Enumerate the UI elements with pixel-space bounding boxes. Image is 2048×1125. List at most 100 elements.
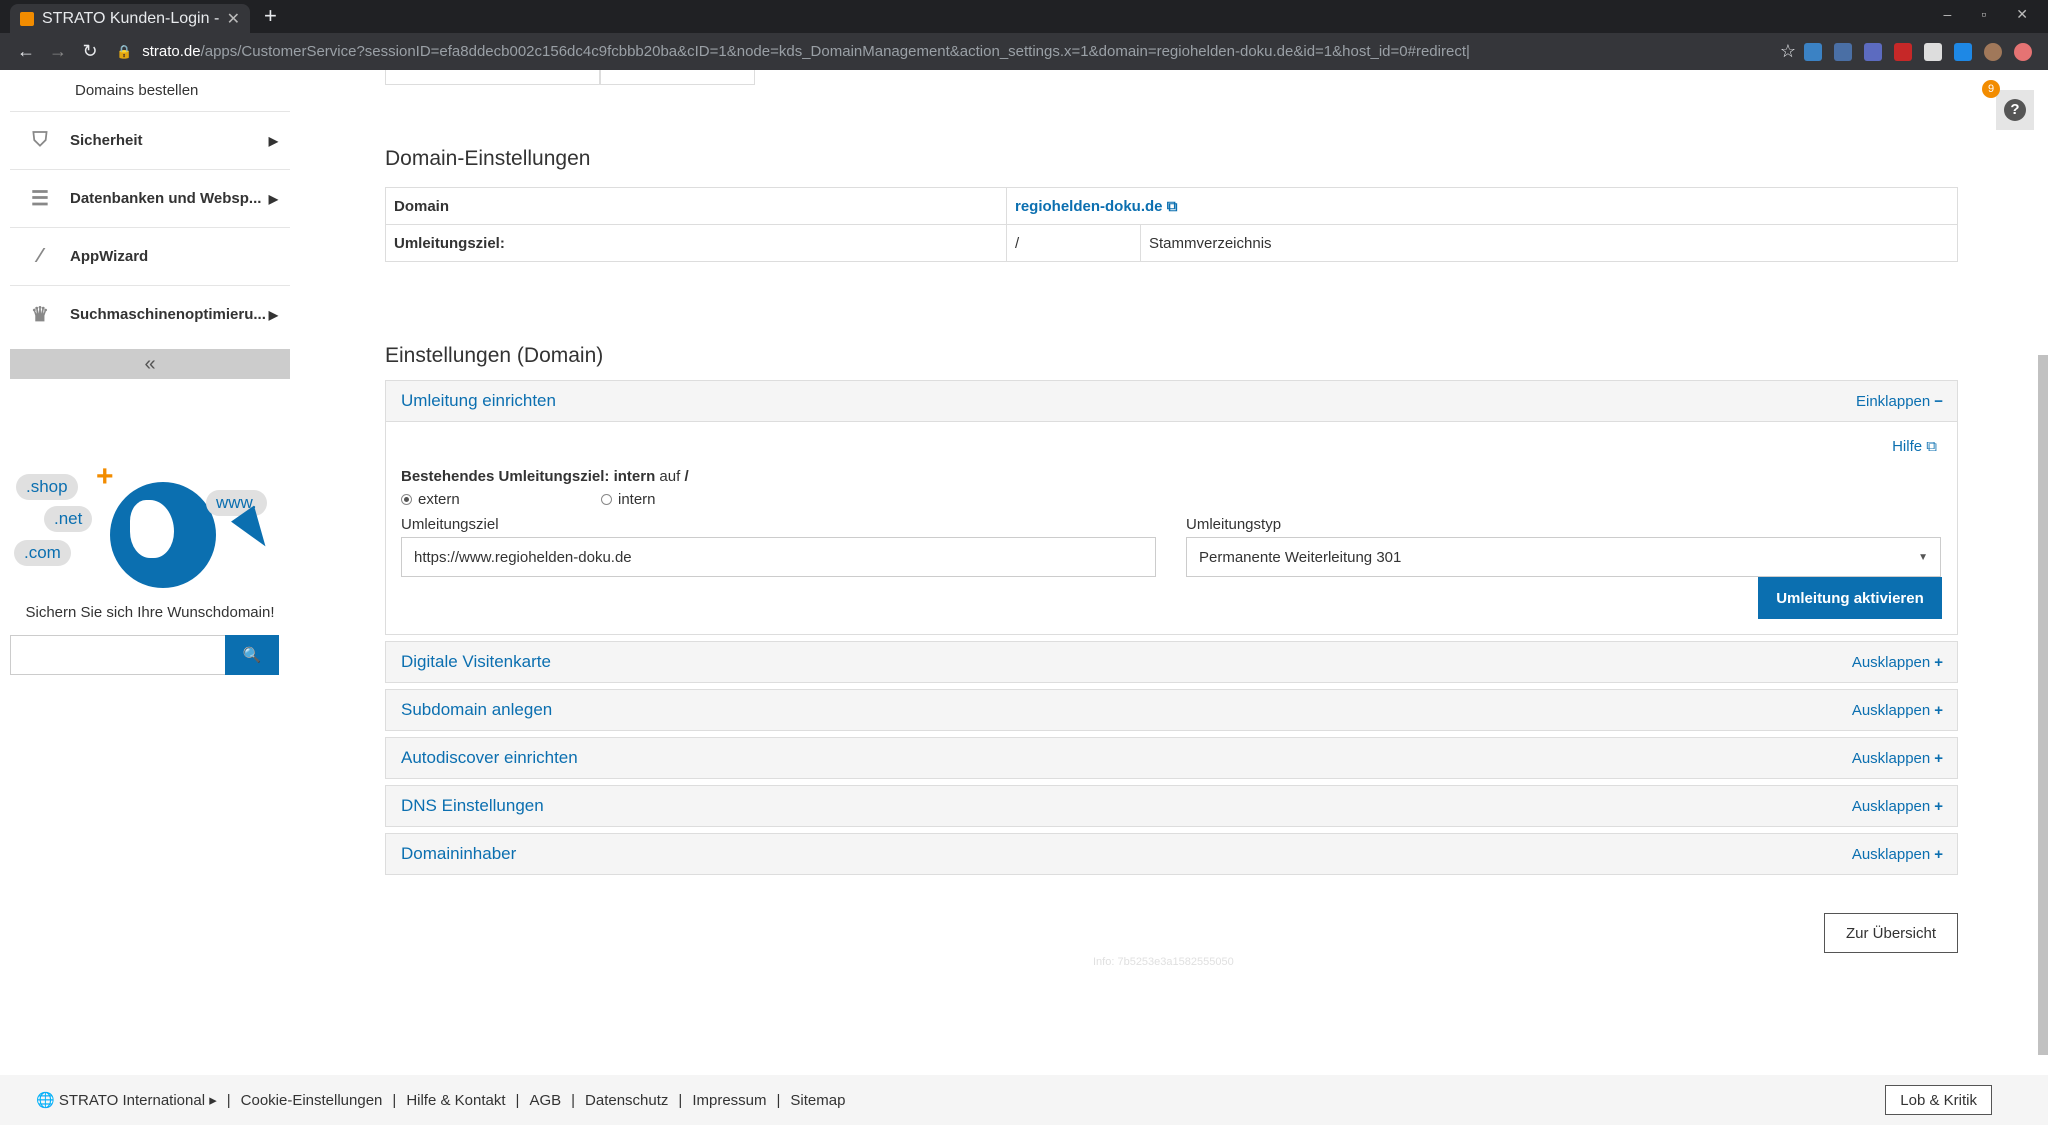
promo-illustration: .shop .net .com + www. bbox=[10, 460, 290, 590]
extension-icon[interactable] bbox=[1834, 42, 1852, 61]
sidebar-item-datenbanken[interactable]: ☰ Datenbanken und Websp... ▶ bbox=[10, 169, 290, 227]
shield-icon: ⛉ bbox=[32, 129, 48, 151]
feedback-button[interactable]: Lob & Kritik bbox=[1885, 1085, 1992, 1115]
maximize-icon[interactable]: ▫ bbox=[1981, 6, 1986, 23]
panel-header[interactable]: Subdomain anlegen Ausklappen + bbox=[386, 690, 1957, 730]
extension-icon[interactable] bbox=[1924, 42, 1942, 61]
globe-small-icon: 🌐 bbox=[36, 1092, 59, 1109]
expand-toggle[interactable]: Ausklappen + bbox=[1852, 846, 1943, 863]
plus-icon: + bbox=[1934, 797, 1943, 815]
update-icon[interactable] bbox=[2014, 42, 2032, 61]
sidebar-item-label: AppWizard bbox=[70, 248, 149, 265]
info-text: Info: 7b5253e3a1582555050 bbox=[1093, 956, 1234, 968]
sidebar-item-domains-bestellen[interactable]: Domains bestellen bbox=[10, 70, 290, 111]
redirect-target-label: Umleitungsziel: bbox=[385, 224, 1007, 262]
redirect-target-desc: Stammverzeichnis bbox=[1140, 224, 1958, 262]
extensions bbox=[1804, 42, 2032, 61]
scrollbar[interactable] bbox=[2038, 355, 2048, 1055]
redirect-target-input[interactable]: https://www.regiohelden-doku.de bbox=[401, 537, 1156, 577]
redirect-form: Hilfe ⧉ Bestehendes Umleitungsziel: inte… bbox=[386, 421, 1957, 634]
existing-redirect: Bestehendes Umleitungsziel: intern auf / bbox=[401, 468, 689, 485]
plus-icon: + bbox=[1934, 653, 1943, 671]
profile-avatar[interactable] bbox=[1984, 42, 2002, 61]
domain-search-input[interactable] bbox=[10, 635, 225, 675]
panel-umleitung: Umleitung einrichten Einklappen − Hilfe ⧉… bbox=[385, 380, 1958, 635]
radio-intern[interactable]: intern bbox=[601, 491, 801, 508]
expand-toggle[interactable]: Ausklappen + bbox=[1852, 798, 1943, 815]
strato-favicon-icon bbox=[20, 11, 34, 26]
back-icon[interactable]: ← bbox=[10, 41, 42, 62]
extension-icon[interactable] bbox=[1804, 42, 1822, 61]
domain-settings-title: Domain-Einstellungen bbox=[385, 147, 591, 170]
extension-icon[interactable] bbox=[1954, 42, 1972, 61]
tld-bubble-shop: .shop bbox=[16, 474, 78, 500]
minimize-icon[interactable]: – bbox=[1944, 6, 1952, 23]
domain-link[interactable]: regiohelden-doku.de ⧉ bbox=[1015, 198, 1177, 215]
domain-label: Domain bbox=[385, 187, 1007, 225]
panel-header[interactable]: Digitale Visitenkarte Ausklappen + bbox=[386, 642, 1957, 682]
promo-text: Sichern Sie sich Ihre Wunschdomain! bbox=[25, 604, 275, 621]
sidebar-item-appwizard[interactable]: ⁄ AppWizard bbox=[10, 227, 290, 285]
forward-icon[interactable]: → bbox=[42, 41, 74, 62]
panel-header[interactable]: Domaininhaber Ausklappen + bbox=[386, 834, 1957, 874]
overview-button[interactable]: Zur Übersicht bbox=[1824, 913, 1958, 953]
floating-help-button[interactable]: 9 ? bbox=[1982, 80, 2034, 130]
reload-icon[interactable]: ↻ bbox=[74, 41, 106, 62]
footer-link-agb[interactable]: AGB bbox=[529, 1092, 561, 1109]
expand-toggle[interactable]: Ausklappen + bbox=[1852, 654, 1943, 671]
close-window-icon[interactable]: ✕ bbox=[2016, 6, 2028, 23]
panel-header[interactable]: Autodiscover einrichten Ausklappen + bbox=[386, 738, 1957, 778]
question-icon: ? bbox=[2004, 99, 2026, 121]
external-link-icon: ⧉ bbox=[1166, 197, 1178, 215]
panel-title: Autodiscover einrichten bbox=[401, 748, 578, 767]
redirect-target-path: / bbox=[1006, 224, 1141, 262]
panel-domaininhaber: Domaininhaber Ausklappen + bbox=[385, 833, 1958, 875]
browser-tabbar: STRATO Kunden-Login - D ✕ + – ▫ ✕ bbox=[0, 0, 2048, 33]
expand-toggle[interactable]: Ausklappen + bbox=[1852, 750, 1943, 767]
tab-title: STRATO Kunden-Login - D bbox=[42, 9, 221, 27]
redirect-type-select[interactable]: Permanente Weiterleitung 301 ▼ bbox=[1186, 537, 1941, 577]
footer-international[interactable]: STRATO International ▸ bbox=[59, 1091, 217, 1109]
footer-link-datenschutz[interactable]: Datenschutz bbox=[585, 1092, 668, 1109]
footer-link-impressum[interactable]: Impressum bbox=[692, 1092, 766, 1109]
panel-header[interactable]: DNS Einstellungen Ausklappen + bbox=[386, 786, 1957, 826]
collapse-toggle[interactable]: Einklappen − bbox=[1856, 393, 1943, 410]
globe-icon bbox=[110, 482, 216, 588]
url-input[interactable]: 🔒 strato.de /apps/CustomerService?sessio… bbox=[116, 38, 1762, 66]
extension-icon[interactable] bbox=[1894, 42, 1912, 61]
double-chevron-left-icon: « bbox=[144, 352, 156, 375]
expand-toggle[interactable]: Ausklappen + bbox=[1852, 702, 1943, 719]
tab-close-icon[interactable]: ✕ bbox=[227, 9, 240, 29]
notification-badge: 9 bbox=[1982, 80, 2000, 98]
sidebar-item-label: Sicherheit bbox=[70, 132, 143, 149]
panel-title: Digitale Visitenkarte bbox=[401, 652, 551, 671]
domain-search-button[interactable]: 🔍 bbox=[225, 635, 279, 675]
radio-extern[interactable]: extern bbox=[401, 491, 601, 508]
browser-tab[interactable]: STRATO Kunden-Login - D ✕ bbox=[10, 4, 250, 33]
footer-link-hilfe[interactable]: Hilfe & Kontakt bbox=[406, 1092, 505, 1109]
caret-right-icon: ▶ bbox=[268, 307, 278, 322]
panel-subdomain: Subdomain anlegen Ausklappen + bbox=[385, 689, 1958, 731]
panel-title: Domaininhaber bbox=[401, 844, 517, 863]
panel-header[interactable]: Umleitung einrichten Einklappen − bbox=[386, 381, 1957, 421]
sidebar-collapse-button[interactable]: « bbox=[10, 349, 290, 379]
new-tab-icon[interactable]: + bbox=[264, 3, 277, 29]
chevron-down-icon: ▼ bbox=[1918, 551, 1928, 563]
extension-icon[interactable] bbox=[1864, 42, 1882, 61]
table-row: Domain regiohelden-doku.de ⧉ bbox=[385, 187, 1958, 225]
plus-icon: + bbox=[1934, 845, 1943, 863]
database-icon: ☰ bbox=[31, 188, 49, 210]
sidebar-item-sicherheit[interactable]: ⛉ Sicherheit ▶ bbox=[10, 111, 290, 169]
type-field-label: Umleitungstyp bbox=[1186, 516, 1282, 533]
caret-right-icon: ▶ bbox=[268, 133, 278, 148]
activate-redirect-button[interactable]: Umleitung aktivieren bbox=[1758, 577, 1942, 619]
help-link[interactable]: Hilfe ⧉ bbox=[1892, 438, 1937, 455]
tld-bubble-net: .net bbox=[44, 506, 93, 532]
bookmark-star-icon[interactable]: ☆ bbox=[1772, 41, 1804, 62]
url-path: /apps/CustomerService?sessionID=efa8ddec… bbox=[200, 43, 1470, 60]
footer-link-sitemap[interactable]: Sitemap bbox=[790, 1092, 845, 1109]
footer-link-cookies[interactable]: Cookie-Einstellungen bbox=[241, 1092, 383, 1109]
panel-dns: DNS Einstellungen Ausklappen + bbox=[385, 785, 1958, 827]
sidebar-item-seo[interactable]: ♛ Suchmaschinenoptimieru... ▶ bbox=[10, 285, 290, 343]
domain-settings-table: Domain regiohelden-doku.de ⧉ Umleitungsz… bbox=[385, 187, 1958, 262]
